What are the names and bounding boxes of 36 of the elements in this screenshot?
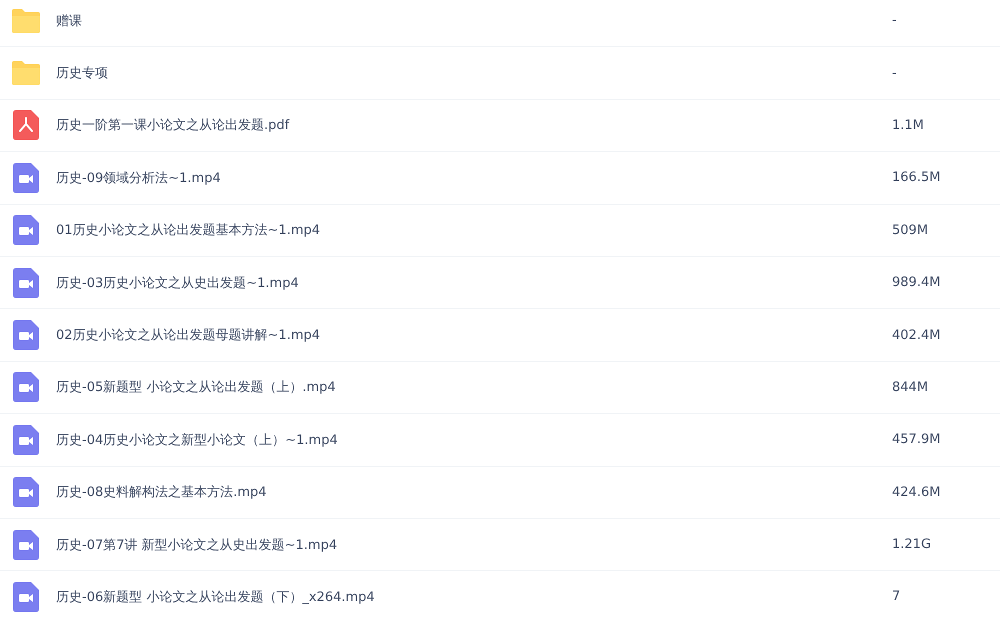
folder-icon bbox=[11, 60, 41, 86]
file-size: 844M bbox=[892, 380, 930, 395]
video-file-icon bbox=[13, 424, 39, 455]
file-name[interactable]: 历史-07第7讲 新型小论文之从史出发题~1.mp4 bbox=[56, 536, 892, 554]
video-file-icon bbox=[13, 530, 39, 560]
file-name[interactable]: 历史-09领域分析法~1.mp4 bbox=[56, 168, 892, 187]
folder-icon bbox=[11, 8, 41, 34]
file-size: - bbox=[892, 13, 898, 28]
file-size: 457.9M bbox=[892, 432, 942, 448]
file-size: 989.4M bbox=[892, 275, 942, 290]
file-size: 509M bbox=[892, 222, 930, 238]
file-size: 1.1M bbox=[892, 118, 925, 133]
file-name[interactable]: 历史-04历史小论文之新型小论文（上）~1.mp4 bbox=[56, 430, 892, 449]
file-size: - bbox=[892, 66, 898, 81]
file-name[interactable]: 历史一阶第一课小论文之从论出发题.pdf bbox=[56, 116, 892, 134]
video-file-icon bbox=[13, 372, 39, 402]
video-file-icon bbox=[13, 215, 39, 246]
video-file-icon bbox=[13, 268, 39, 298]
file-name[interactable]: 历史专项 bbox=[56, 64, 892, 82]
file-name[interactable]: 历史-06新题型 小论文之从论出发题（下）_x264.mp4 bbox=[56, 588, 892, 606]
file-name[interactable]: 赠课 bbox=[56, 12, 892, 30]
video-file-icon bbox=[13, 320, 39, 350]
file-name[interactable]: 历史-03历史小论文之从史出发题~1.mp4 bbox=[56, 274, 892, 292]
file-size: 1.21G bbox=[892, 537, 932, 552]
video-file-icon bbox=[13, 582, 39, 612]
pdf-file-icon bbox=[13, 110, 39, 140]
file-name[interactable]: 02历史小论文之从论出发题母题讲解~1.mp4 bbox=[56, 326, 892, 344]
video-file-icon bbox=[13, 477, 39, 508]
file-size: 166.5M bbox=[892, 170, 942, 186]
file-size: 402.4M bbox=[892, 328, 942, 343]
file-name[interactable]: 历史-08史料解构法之基本方法.mp4 bbox=[56, 483, 892, 502]
file-size: 7 bbox=[892, 589, 902, 604]
file-size: 424.6M bbox=[892, 484, 942, 500]
file-name[interactable]: 01历史小论文之从论出发题基本方法~1.mp4 bbox=[56, 221, 892, 240]
file-name[interactable]: 历史-05新题型 小论文之从论出发题（上）.mp4 bbox=[56, 378, 892, 396]
video-file-icon bbox=[13, 162, 39, 193]
